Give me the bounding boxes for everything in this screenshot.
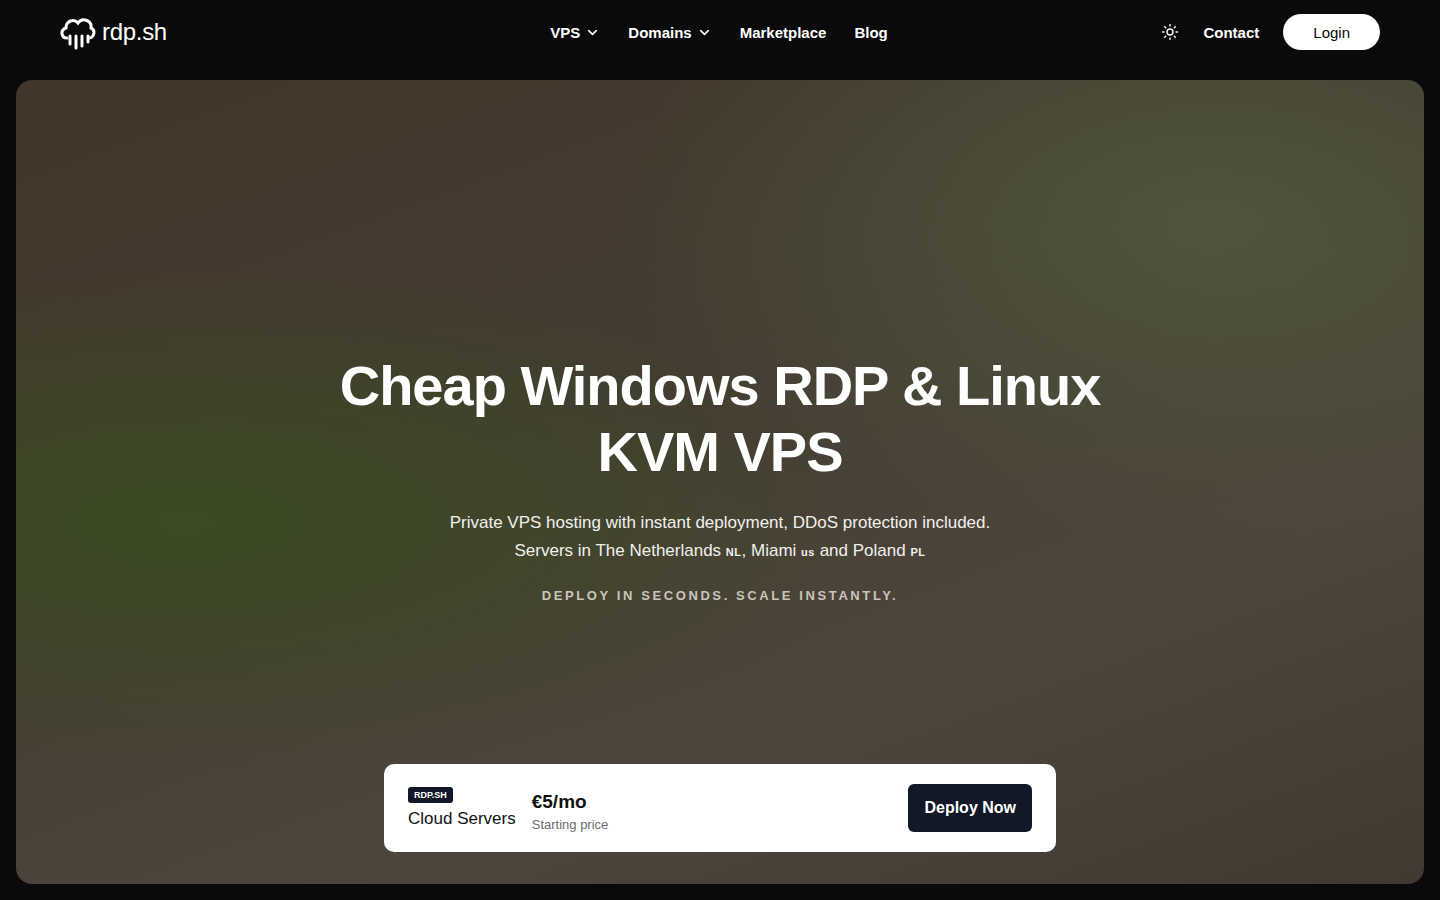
hero-title: Cheap Windows RDP & Linux KVM VPS (290, 353, 1150, 485)
flag: PL (910, 546, 925, 558)
price-label: Starting price (532, 817, 893, 832)
theme-toggle[interactable] (1161, 23, 1179, 41)
offer-card: RDP.SH Cloud Servers €5/mo Starting price De… (384, 764, 1056, 852)
flag: us (801, 546, 815, 558)
header-actions: Contact Login (888, 14, 1380, 50)
chevron-down-icon (585, 25, 600, 40)
nav-item[interactable]: Domains (628, 24, 711, 41)
logo-cloud-icon (58, 14, 96, 50)
offer-product: RDP.SH Cloud Servers (408, 787, 516, 829)
flag: NL (726, 546, 742, 558)
offer-badge: RDP.SH (408, 787, 453, 803)
location: Miami us and (751, 541, 853, 560)
hero-subtitle: Private VPS hosting with instant deploym… (450, 509, 991, 566)
login-button[interactable]: Login (1283, 14, 1380, 50)
hero-tagline: DEPLOY IN SECONDS. SCALE INSTANTLY. (542, 588, 899, 603)
nav-item[interactable]: Blog (854, 24, 887, 41)
logo[interactable]: rdp.sh (58, 14, 550, 50)
deploy-button[interactable]: Deploy Now (908, 784, 1032, 832)
logo-text: rdp.sh (102, 18, 167, 46)
sun-icon (1161, 23, 1179, 41)
hero: Cheap Windows RDP & Linux KVM VPS Private… (16, 80, 1424, 884)
nav-item[interactable]: Marketplace (740, 24, 827, 41)
page: rdp.sh VPS Domains Marketplace Blog Contact Lo… (0, 0, 1440, 900)
product-name: Cloud Servers (408, 809, 516, 829)
contact-link[interactable]: Contact (1203, 24, 1259, 41)
nav-item[interactable]: VPS (550, 24, 600, 41)
main-nav: VPS Domains Marketplace Blog (550, 24, 887, 41)
location: The Netherlands NL, (595, 541, 751, 560)
price-value: €5/mo (532, 791, 893, 813)
offer-price: €5/mo Starting price (532, 785, 893, 832)
header: rdp.sh VPS Domains Marketplace Blog Contact Lo… (0, 0, 1440, 64)
location: Poland PL (853, 541, 926, 560)
chevron-down-icon (697, 25, 712, 40)
